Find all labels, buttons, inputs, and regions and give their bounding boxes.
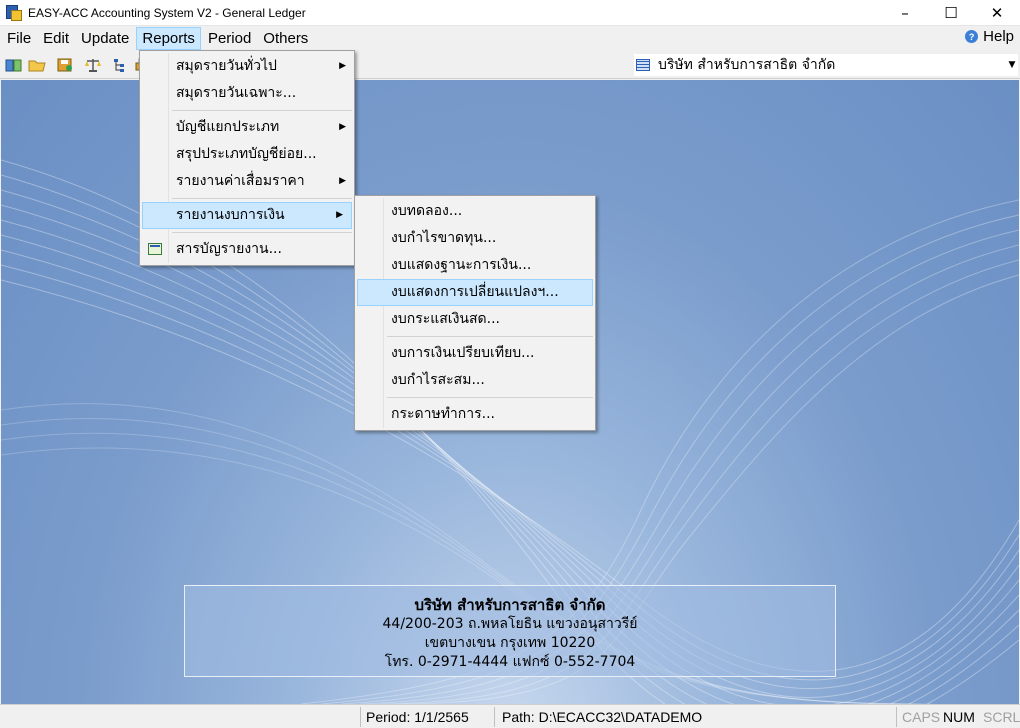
close-button[interactable]: ✕ [974, 0, 1020, 26]
status-caps: CAPS [902, 709, 941, 725]
menu-item-worksheet[interactable]: กระดาษทำการ... [355, 401, 595, 428]
company-select[interactable]: บริษัท สำหรับการสาธิต จำกัด ▼ [634, 54, 1018, 76]
menu-item-special-journal[interactable]: สมุดรายวันเฉพาะ... [140, 80, 354, 107]
minimize-button[interactable]: – [882, 0, 928, 26]
window-title: EASY-ACC Accounting System V2 - General … [28, 5, 306, 20]
submenu-arrow-icon: ▶ [339, 176, 346, 186]
menu-item-label: รายงานงบการเงิน [176, 207, 285, 223]
menu-reports[interactable]: Reports [136, 27, 201, 50]
tree-icon[interactable] [112, 57, 130, 73]
menu-item-label: บัญชีแยกประเภท [176, 119, 280, 135]
menu-item-label: สรุปประเภทบัญชีย่อย... [176, 146, 317, 162]
menu-item-label: สารบัญรายงาน... [176, 241, 282, 257]
company-name: บริษัท สำหรับการสาธิต จำกัด [414, 596, 606, 614]
chevron-down-icon[interactable]: ▼ [1006, 60, 1018, 70]
menu-item-label: สมุดรายวันเฉพาะ... [176, 85, 297, 101]
company-info-panel: บริษัท สำหรับการสาธิต จำกัด 44/200-203 ถ… [184, 585, 836, 677]
menu-help[interactable]: ? Help [965, 28, 1014, 45]
menu-separator [172, 198, 352, 199]
save-icon[interactable] [56, 57, 74, 73]
menu-item-general-journal[interactable]: สมุดรายวันทั่วไป ▶ [140, 53, 354, 80]
menu-item-financial-statements[interactable]: รายงานงบการเงิน ▶ [142, 202, 352, 229]
menu-item-general-ledger[interactable]: บัญชีแยกประเภท ▶ [140, 114, 354, 141]
company-address-line2: เขตบางเขน กรุงเทพ 10220 [424, 635, 596, 651]
menu-separator [387, 397, 593, 398]
menu-others[interactable]: Others [258, 27, 313, 50]
menu-bar: File Edit Update Reports Period Others ?… [0, 26, 1020, 51]
menu-item-balance-sheet[interactable]: งบแสดงฐานะการเงิน... [355, 252, 595, 279]
title-bar: EASY-ACC Accounting System V2 - General … [0, 0, 1020, 26]
menu-item-sub-account-summary[interactable]: สรุปประเภทบัญชีย่อย... [140, 141, 354, 168]
submenu-arrow-icon: ▶ [339, 61, 346, 71]
company-select-value: บริษัท สำหรับการสาธิต จำกัด [658, 57, 836, 73]
scale-icon[interactable] [84, 57, 102, 73]
menu-item-label: สมุดรายวันทั่วไป [176, 58, 277, 74]
menu-item-changes-statement[interactable]: งบแสดงการเปลี่ยนแปลงฯ... [357, 279, 593, 306]
menu-file[interactable]: File [2, 27, 36, 50]
menu-separator [387, 336, 593, 337]
menu-update[interactable]: Update [76, 27, 134, 50]
status-num: NUM [943, 709, 975, 725]
menu-item-income-statement[interactable]: งบกำไรขาดทุน... [355, 225, 595, 252]
submenu-arrow-icon: ▶ [336, 210, 343, 220]
status-path: Path: D:\ECACC32\DATADEMO [502, 709, 703, 725]
report-index-icon [148, 243, 162, 255]
help-label: Help [983, 28, 1014, 45]
menu-separator [172, 110, 352, 111]
app-icon[interactable] [6, 4, 22, 21]
status-bar: Period: 1/1/2565 Path: D:\ECACC32\DATADE… [0, 704, 1020, 728]
table-icon [636, 59, 650, 71]
menu-separator [172, 232, 352, 233]
help-icon: ? [965, 30, 979, 43]
menu-item-report-index[interactable]: สารบัญรายงาน... [140, 236, 354, 263]
company-address-line1: 44/200-203 ถ.พหลโยธิน แขวงอนุสาวรีย์ [382, 616, 638, 632]
book-icon[interactable] [5, 57, 23, 73]
maximize-button[interactable]: ☐ [928, 0, 974, 26]
menu-item-cash-flow[interactable]: งบกระแสเงินสด... [355, 306, 595, 333]
menu-item-depreciation-report[interactable]: รายงานค่าเสื่อมราคา ▶ [140, 168, 354, 195]
submenu-arrow-icon: ▶ [339, 122, 346, 132]
status-period: Period: 1/1/2565 [366, 709, 469, 725]
menu-edit[interactable]: Edit [38, 27, 74, 50]
status-separator [360, 707, 361, 727]
reports-menu: สมุดรายวันทั่วไป ▶ สมุดรายวันเฉพาะ... บัญ… [139, 50, 355, 266]
menu-period[interactable]: Period [203, 27, 256, 50]
folder-icon[interactable] [28, 57, 46, 73]
status-separator [494, 707, 495, 727]
menu-item-trial-balance[interactable]: งบทดลอง... [355, 198, 595, 225]
menu-item-retained-earnings[interactable]: งบกำไรสะสม... [355, 367, 595, 394]
menu-item-comparative-statements[interactable]: งบการเงินเปรียบเทียบ... [355, 340, 595, 367]
menu-item-label: รายงานค่าเสื่อมราคา [176, 173, 305, 189]
company-phone: โทร. 0-2971-4444 แฟกซ์ 0-552-7704 [384, 654, 636, 670]
financial-statements-submenu: งบทดลอง... งบกำไรขาดทุน... งบแสดงฐานะการ… [354, 195, 596, 431]
status-scrl: SCRL [983, 709, 1020, 725]
status-separator [896, 707, 897, 727]
